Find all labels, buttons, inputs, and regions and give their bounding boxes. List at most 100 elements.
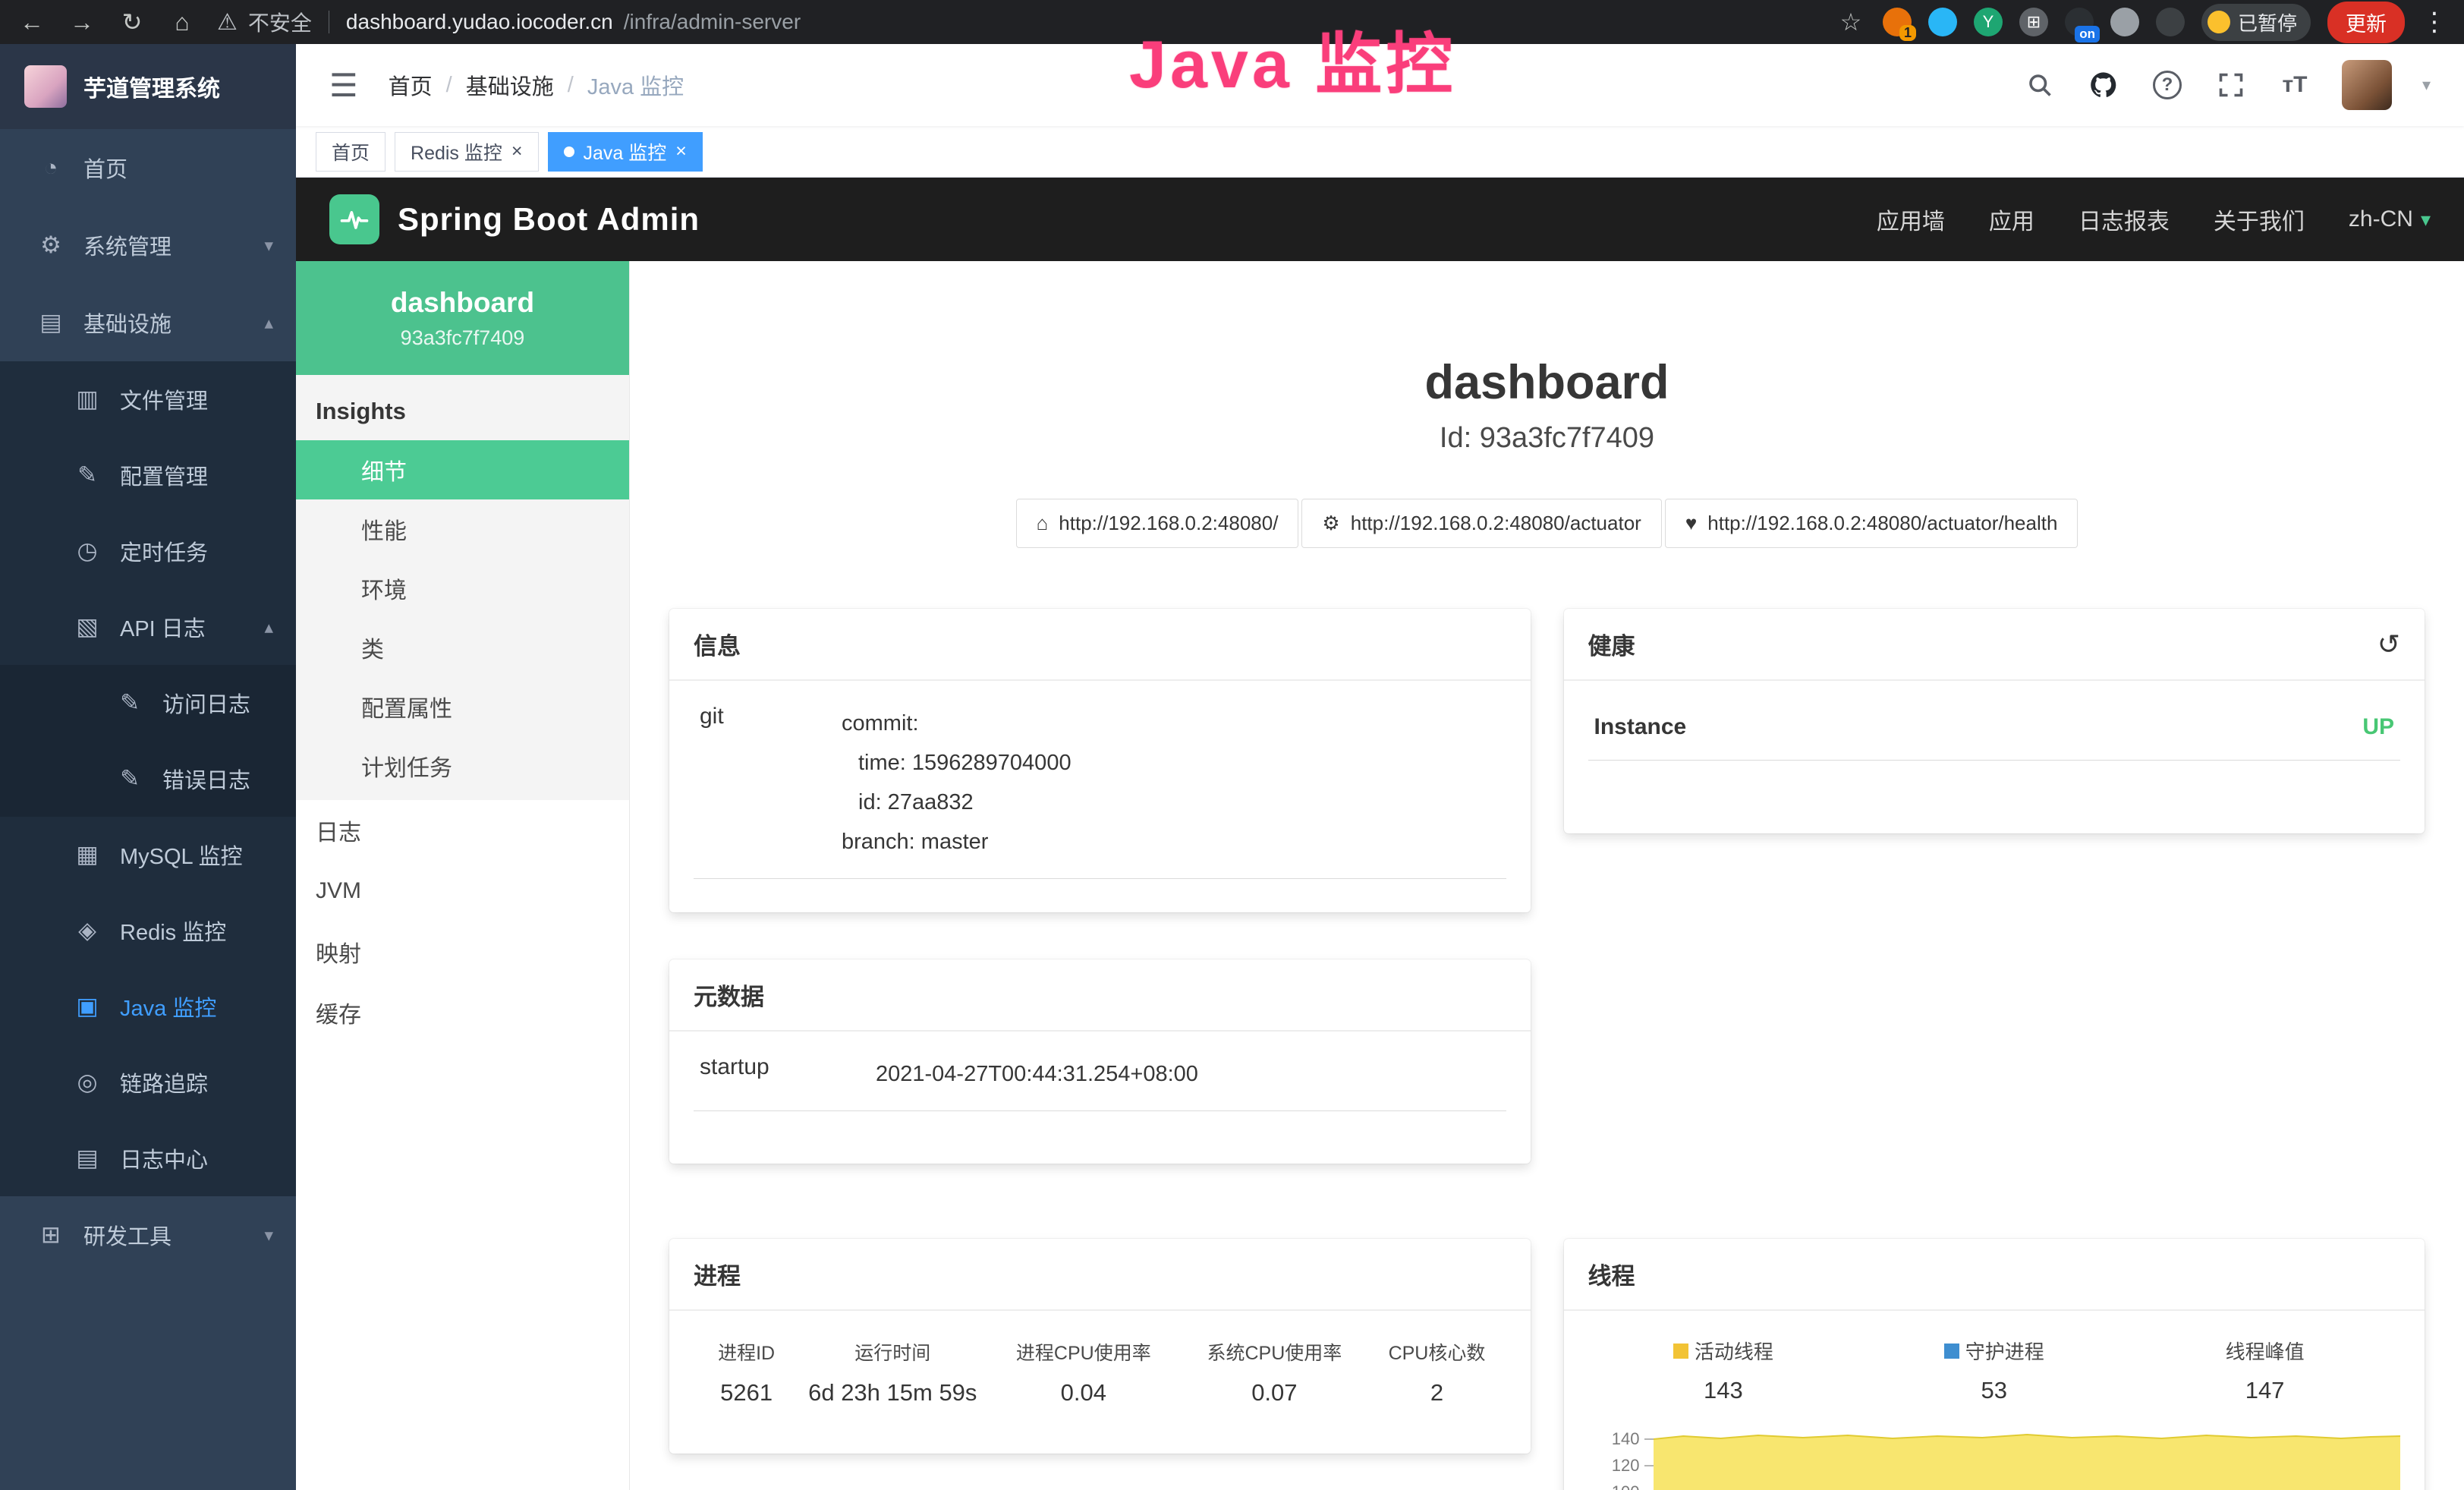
sba-item-caches[interactable]: 缓存 bbox=[296, 982, 629, 1043]
sba-nav-wall[interactable]: 应用墙 bbox=[1877, 203, 1945, 236]
breadcrumb-home[interactable]: 首页 bbox=[389, 69, 433, 101]
trace-icon: ◎ bbox=[73, 1069, 102, 1096]
wrench-icon: ⚙ bbox=[1322, 512, 1339, 535]
sidebar-item-mysql-monitor[interactable]: ▦ MySQL 监控 bbox=[0, 817, 296, 893]
tab-java-monitor[interactable]: Java 监控 × bbox=[548, 132, 703, 172]
git-time-line: time: 1596289704000 bbox=[858, 743, 1506, 783]
sba-locale-select[interactable]: zh-CN ▾ bbox=[2349, 206, 2431, 232]
sba-item-mappings[interactable]: 映射 bbox=[296, 921, 629, 982]
sba-nav-applications[interactable]: 应用 bbox=[1989, 203, 2034, 236]
sba-item-classes[interactable]: 类 bbox=[296, 618, 629, 677]
sba-item-details[interactable]: 细节 bbox=[296, 440, 629, 499]
sidebar-item-home[interactable]: ◔ 首页 bbox=[0, 129, 296, 206]
extension-icon-switch[interactable]: on bbox=[2065, 8, 2094, 36]
browser-menu-icon[interactable]: ⋮ bbox=[2422, 7, 2447, 37]
sidebar-item-dev-tools[interactable]: ⊞ 研发工具 ▾ bbox=[0, 1196, 296, 1274]
update-button[interactable]: 更新 bbox=[2327, 2, 2405, 43]
extension-icon-grid[interactable]: ⊞ bbox=[2019, 8, 2048, 36]
app-header: ☰ 首页 / 基础设施 / Java 监控 ? bbox=[296, 44, 2464, 126]
service-url-link[interactable]: ⌂ http://192.168.0.2:48080/ bbox=[1016, 499, 1299, 548]
back-icon[interactable]: ← bbox=[17, 8, 47, 36]
sidebar-item-log-center[interactable]: ▤ 日志中心 bbox=[0, 1120, 296, 1196]
legend-label: 守护进程 bbox=[1965, 1337, 2044, 1365]
sidebar-item-system[interactable]: ⚙ 系统管理 ▾ bbox=[0, 206, 296, 284]
tab-close-icon[interactable]: × bbox=[511, 140, 523, 162]
sidebar-item-redis-monitor[interactable]: ◈ Redis 监控 bbox=[0, 893, 296, 969]
extension-icon-drop[interactable] bbox=[1928, 8, 1957, 36]
threads-chart: 140 120 100 bbox=[1588, 1430, 2401, 1490]
sidebar-item-access-logs[interactable]: ✎ 访问日志 bbox=[0, 665, 296, 741]
fullscreen-icon[interactable] bbox=[2214, 68, 2248, 102]
sidebar-item-config-manage[interactable]: ✎ 配置管理 bbox=[0, 437, 296, 513]
sba-insights-group: Insights 细节 性能 环境 类 配置属性 计划任务 bbox=[296, 375, 629, 800]
breadcrumb: 首页 / 基础设施 / Java 监控 bbox=[389, 69, 684, 101]
tab-close-icon[interactable]: × bbox=[675, 140, 687, 162]
sidebar-item-java-monitor[interactable]: ▣ Java 监控 bbox=[0, 969, 296, 1044]
github-icon[interactable] bbox=[2087, 68, 2120, 102]
tab-label: Redis 监控 bbox=[411, 138, 502, 165]
help-icon[interactable]: ? bbox=[2151, 68, 2184, 102]
sba-nav-journal[interactable]: 日志报表 bbox=[2079, 203, 2170, 236]
actuator-url-link[interactable]: ⚙ http://192.168.0.2:48080/actuator bbox=[1301, 499, 1661, 548]
active-tab-dot bbox=[564, 146, 574, 157]
paused-badge[interactable]: 已暂停 bbox=[2201, 4, 2311, 41]
header-actions: ? тT ▾ bbox=[2023, 60, 2431, 110]
home-icon[interactable]: ⌂ bbox=[167, 8, 197, 36]
sba-item-jvm[interactable]: JVM bbox=[296, 861, 629, 921]
toolbox-icon: ⊞ bbox=[36, 1221, 65, 1249]
process-header-uptime: 运行时间 bbox=[799, 1338, 986, 1366]
tab-redis-monitor[interactable]: Redis 监控 × bbox=[395, 132, 538, 172]
paused-label: 已暂停 bbox=[2238, 8, 2297, 36]
error-log-icon: ✎ bbox=[115, 765, 144, 792]
tab-label: Java 监控 bbox=[584, 138, 667, 165]
sidebar-item-error-logs[interactable]: ✎ 错误日志 bbox=[0, 741, 296, 817]
breadcrumb-section[interactable]: 基础设施 bbox=[466, 69, 554, 101]
sidebar-item-scheduled-jobs[interactable]: ◷ 定时任务 bbox=[0, 513, 296, 589]
extension-icon-puzzle[interactable] bbox=[2156, 8, 2185, 36]
extension-icon-leaf[interactable] bbox=[2110, 8, 2139, 36]
legend-daemon-threads: 守护进程 53 bbox=[1858, 1337, 2129, 1404]
y-tick-label: 100 bbox=[1612, 1482, 1640, 1490]
sidebar-item-infra[interactable]: ▤ 基础设施 ▴ bbox=[0, 284, 296, 361]
sba-instance-header[interactable]: dashboard 93a3fc7f7409 bbox=[296, 261, 629, 375]
sba-item-environment[interactable]: 环境 bbox=[296, 559, 629, 618]
process-value-uptime: 6d 23h 15m 59s bbox=[799, 1379, 986, 1407]
tab-home[interactable]: 首页 bbox=[316, 132, 385, 172]
legend-value: 143 bbox=[1588, 1377, 1859, 1404]
hamburger-icon[interactable]: ☰ bbox=[329, 67, 358, 104]
font-size-icon[interactable]: тT bbox=[2278, 68, 2311, 102]
health-instance-row[interactable]: Instance UP bbox=[1588, 704, 2401, 761]
search-icon[interactable] bbox=[2023, 68, 2056, 102]
sba-nav-about[interactable]: 关于我们 bbox=[2214, 203, 2305, 236]
threads-card-title: 线程 bbox=[1588, 1257, 1635, 1291]
brand-logo-image bbox=[24, 65, 67, 108]
history-icon[interactable]: ↺ bbox=[2377, 628, 2400, 660]
user-avatar[interactable] bbox=[2342, 60, 2392, 110]
sba-item-config-props[interactable]: 配置属性 bbox=[296, 677, 629, 736]
page-title: dashboard bbox=[669, 355, 2425, 410]
process-header-system-cpu: 系统CPU使用率 bbox=[1181, 1338, 1367, 1366]
sba-logo-icon[interactable] bbox=[329, 194, 379, 244]
forward-icon[interactable]: → bbox=[67, 8, 97, 36]
sba-item-scheduled-tasks[interactable]: 计划任务 bbox=[296, 736, 629, 795]
sba-item-logs[interactable]: 日志 bbox=[296, 800, 629, 861]
sidebar-item-tracing[interactable]: ◎ 链路追踪 bbox=[0, 1044, 296, 1120]
info-git-row: git commit: time: 1596289704000 id: 27aa… bbox=[694, 704, 1506, 879]
sidebar-item-api-logs[interactable]: ▧ API 日志 ▴ bbox=[0, 589, 296, 665]
extension-icon-fox[interactable]: 1 bbox=[1883, 8, 1912, 36]
health-url-link[interactable]: ♥ http://192.168.0.2:48080/actuator/heal… bbox=[1665, 499, 2079, 548]
git-id-line: id: 27aa832 bbox=[858, 783, 1506, 822]
reload-icon[interactable]: ↻ bbox=[117, 8, 147, 36]
sidebar-brand[interactable]: 芋道管理系统 bbox=[0, 44, 296, 129]
sba-brand-title[interactable]: Spring Boot Admin bbox=[398, 201, 700, 238]
gear-icon: ⚙ bbox=[36, 232, 65, 259]
bookmark-star-icon[interactable]: ☆ bbox=[1836, 8, 1866, 36]
process-card-title: 进程 bbox=[694, 1257, 741, 1291]
url-bar[interactable]: ⚠ 不安全 dashboard.yudao.iocoder.cn/infra/a… bbox=[217, 7, 801, 37]
sidebar-item-file-manage[interactable]: ▥ 文件管理 bbox=[0, 361, 296, 437]
sba-item-metrics[interactable]: 性能 bbox=[296, 499, 629, 559]
extension-icon-y[interactable]: Y bbox=[1974, 8, 2003, 36]
user-menu-caret-icon[interactable]: ▾ bbox=[2422, 75, 2431, 95]
process-value-process-cpu: 0.04 bbox=[986, 1379, 1181, 1407]
sidebar-item-label: 日志中心 bbox=[120, 1142, 208, 1174]
